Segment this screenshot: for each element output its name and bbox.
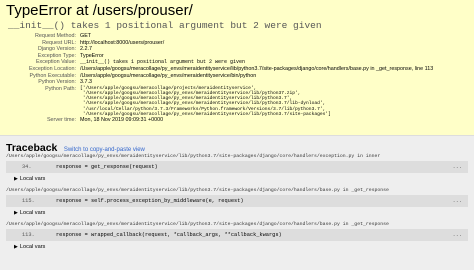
exception-value-heading: __init__() takes 1 positional argument b… <box>8 20 322 31</box>
meta-value: Mon, 18 Nov 2019 09:09:31 +0000 <box>80 116 164 123</box>
meta-row: Request URL: http://localhost:8000/users/… <box>14 40 433 47</box>
frame-context-line[interactable]: 115. response = self.process_exception_by… <box>6 195 468 207</box>
meta-row: Exception Value: __init__() takes 1 posit… <box>14 59 433 66</box>
meta-label: Python Version: <box>38 79 76 86</box>
meta-row: Python Version: 3.7.3 <box>14 79 433 86</box>
meta-label: Exception Location: <box>28 65 76 72</box>
meta-value: ['/Users/apple/googsu/meracollage/projec… <box>80 85 331 117</box>
meta-label: Exception Type: <box>37 52 76 59</box>
frame-code: response = wrapped_callback(request, *ca… <box>56 232 282 238</box>
traceback-section: Traceback Switch to copy-and-paste view … <box>0 136 474 270</box>
error-title: TypeError at /users/prouser/ <box>6 2 193 19</box>
meta-label: Python Path: <box>45 85 76 92</box>
local-vars-toggle[interactable]: ▶ Local vars <box>0 207 474 220</box>
caret-right-icon: ▶ <box>14 176 18 182</box>
frame-file-path: /Users/apple/googsu/meracollage/py_envs/… <box>0 187 474 195</box>
meta-row: Exception Location: /Users/apple/googsu/m… <box>14 66 433 73</box>
meta-label: Django Version: <box>37 46 76 53</box>
meta-row: Server time: Mon, 18 Nov 2019 09:09:31 +0… <box>14 117 433 124</box>
meta-value: GET <box>80 33 92 39</box>
caret-right-icon: ▶ <box>14 244 18 250</box>
meta-value: /Users/apple/googsu/meracollage/py_envs/… <box>80 72 257 79</box>
local-vars-label: Local vars <box>19 210 46 216</box>
meta-label: Exception Value: <box>35 59 76 66</box>
frame-file-path: /Users/apple/googsu/meracollage/py_envs/… <box>0 221 474 229</box>
local-vars-toggle[interactable]: ▶ Local vars <box>0 241 474 254</box>
meta-label: Request Method: <box>34 33 76 39</box>
frame-code: response = self.process_exception_by_mid… <box>56 198 244 204</box>
traceback-frame: /Users/apple/googsu/meracollage/py_envs/… <box>0 187 474 220</box>
local-vars-toggle[interactable]: ▶ Local vars <box>0 173 474 186</box>
traceback-frame: /Users/apple/googsu/meracollage/py_envs/… <box>0 221 474 254</box>
frame-ellipsis: ... <box>452 232 462 238</box>
meta-value: /Users/apple/googsu/meracollage/py_envs/… <box>80 65 434 72</box>
meta-row: Python Executable: /Users/apple/googsu/me… <box>14 73 433 80</box>
meta-label: Request URL: <box>42 39 76 46</box>
meta-label: Python Executable: <box>29 72 76 79</box>
local-vars-label: Local vars <box>19 244 46 250</box>
traceback-frame: /Users/apple/googsu/meracollage/py_envs/… <box>0 153 474 186</box>
traceback-header: Traceback Switch to copy-and-paste view <box>0 138 474 154</box>
meta-row: Request Method: GET <box>14 33 433 40</box>
request-meta-table: Request Method: GET Request URL: http://loc… <box>14 33 433 124</box>
frame-code: response = get_response(request) <box>56 164 158 170</box>
meta-value: 3.7.3 <box>80 79 92 86</box>
meta-label: Server time: <box>46 116 76 123</box>
frame-ellipsis: ... <box>452 198 462 204</box>
meta-value: TypeError <box>80 52 104 59</box>
local-vars-label: Local vars <box>19 176 46 182</box>
frame-context-line[interactable]: 113. response = wrapped_callback(request,… <box>6 229 468 241</box>
meta-value: __init__() takes 1 positional argument b… <box>80 59 246 66</box>
traceback-frames: /Users/apple/googsu/meracollage/py_envs/… <box>0 153 474 254</box>
meta-row: Django Version: 2.2.7 <box>14 46 433 53</box>
frame-line-number: 113. <box>22 232 35 238</box>
frame-line-number: 34. <box>22 164 32 170</box>
frame-line-number: 115. <box>22 198 35 204</box>
frame-file-path: /Users/apple/googsu/meracollage/py_envs/… <box>0 153 474 161</box>
meta-row: Python Path: ['/Users/apple/googsu/meraco… <box>14 86 433 117</box>
caret-right-icon: ▶ <box>14 210 18 216</box>
frame-context-line[interactable]: 34. response = get_response(request)... <box>6 161 468 173</box>
meta-row: Exception Type: TypeError <box>14 53 433 60</box>
frame-ellipsis: ... <box>452 164 462 170</box>
meta-value: 2.2.7 <box>80 46 92 53</box>
meta-value: http://localhost:8000/users/prouser/ <box>80 39 165 46</box>
error-summary: TypeError at /users/prouser/ __init__() … <box>0 0 474 136</box>
